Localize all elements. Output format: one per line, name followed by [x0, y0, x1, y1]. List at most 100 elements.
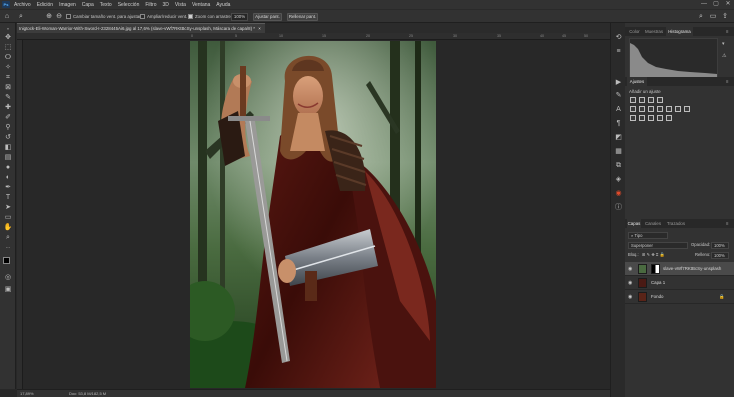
more-tools-icon[interactable]: ···: [3, 244, 13, 253]
resize-to-fit-checkbox[interactable]: [66, 14, 71, 19]
screen-mode-icon[interactable]: ▣: [3, 285, 13, 294]
zoom-all-checkbox[interactable]: [140, 14, 145, 19]
channel-mixer-icon[interactable]: [675, 106, 681, 112]
history-panel-icon[interactable]: ⟲: [614, 33, 623, 42]
hand-tool-icon[interactable]: ✋: [3, 223, 13, 232]
eye-icon[interactable]: ◉: [628, 266, 632, 272]
menu-edicion[interactable]: Edición: [37, 2, 53, 8]
tab-adjustments[interactable]: Ajustes: [627, 77, 647, 86]
tab-swatches[interactable]: Muestras: [643, 27, 665, 36]
color-balance-icon[interactable]: [648, 106, 654, 112]
opacity-field[interactable]: 100%: [711, 242, 729, 249]
vibrance-icon[interactable]: [630, 106, 636, 112]
type-tool-icon[interactable]: T: [3, 193, 13, 202]
home-icon[interactable]: ⌂: [3, 13, 11, 21]
brightness-contrast-icon[interactable]: [630, 97, 636, 103]
zoom-tool-icon[interactable]: ⌕: [17, 13, 25, 21]
dodge-tool-icon[interactable]: ◐: [3, 173, 13, 182]
histogram-channel-icon[interactable]: ▾: [722, 41, 725, 47]
document-info[interactable]: Doc: 53,8 M/182,5 M: [69, 391, 106, 397]
exposure-icon[interactable]: [657, 97, 663, 103]
paragraph-panel-icon[interactable]: ¶: [614, 119, 623, 128]
levels-icon[interactable]: [639, 97, 645, 103]
document-image-warrior-woman[interactable]: [190, 41, 436, 388]
collapse-toolbar-icon[interactable]: »: [3, 24, 13, 33]
photo-filter-icon[interactable]: [666, 106, 672, 112]
zoom-out-icon[interactable]: ⊖: [55, 13, 63, 21]
lasso-tool-icon[interactable]: ⵔ: [3, 53, 13, 62]
color-lookup-icon[interactable]: [684, 106, 690, 112]
menu-filtro[interactable]: Filtro: [145, 2, 156, 8]
menu-vista[interactable]: Vista: [175, 2, 186, 8]
tab-paths[interactable]: Trazados: [665, 219, 687, 228]
workspace-icon[interactable]: ▭: [709, 13, 717, 21]
character-panel-icon[interactable]: A: [614, 105, 623, 114]
rectangle-tool-icon[interactable]: ▭: [3, 213, 13, 222]
layer-mask-thumbnail[interactable]: [651, 264, 660, 274]
tab-layers[interactable]: Capas: [627, 219, 641, 228]
ruler-top[interactable]: 0 5 10 15 20 25 30 35 40 45 50: [17, 33, 610, 40]
menu-imagen[interactable]: Imagen: [59, 2, 76, 8]
pen-tool-icon[interactable]: ✒: [3, 183, 13, 192]
histogram-refresh-icon[interactable]: ⚠: [722, 53, 726, 59]
panel-menu-icon[interactable]: ≡: [723, 27, 731, 36]
styles-panel-icon[interactable]: ◩: [614, 133, 623, 142]
eye-icon[interactable]: ◉: [628, 280, 632, 286]
fill-field[interactable]: 100%: [711, 252, 729, 259]
maximize-icon[interactable]: ▢: [712, 1, 720, 8]
menu-ventana[interactable]: Ventana: [192, 2, 210, 8]
libraries-panel-icon[interactable]: ▦: [614, 147, 623, 156]
minimize-icon[interactable]: —: [700, 1, 708, 8]
invert-icon[interactable]: [630, 115, 636, 121]
navigator-panel-icon[interactable]: ◈: [614, 175, 623, 184]
blend-mode-select[interactable]: Superponer: [628, 242, 688, 249]
menu-capa[interactable]: Capa: [82, 2, 94, 8]
menu-ayuda[interactable]: Ayuda: [216, 2, 230, 8]
marquee-tool-icon[interactable]: ⬚: [3, 43, 13, 52]
blur-tool-icon[interactable]: ●: [3, 163, 13, 172]
brush-tool-icon[interactable]: ✐: [3, 113, 13, 122]
fill-screen-button[interactable]: Rellenar pant.: [287, 13, 318, 21]
gradient-tool-icon[interactable]: ▤: [3, 153, 13, 162]
tab-channels[interactable]: Canales: [643, 219, 663, 228]
zoom-percent-field[interactable]: 100%: [231, 13, 248, 21]
eyedropper-tool-icon[interactable]: ✎: [3, 93, 13, 102]
close-window-icon[interactable]: ✕: [724, 1, 732, 8]
zoom-tool-side-icon[interactable]: ⌕: [3, 233, 13, 242]
tab-histogram[interactable]: Histograma: [666, 27, 693, 36]
close-tab-icon[interactable]: ×: [258, 26, 261, 31]
curves-icon[interactable]: [648, 97, 654, 103]
menu-archivo[interactable]: Archivo: [14, 2, 31, 8]
crop-tool-icon[interactable]: ⌗: [3, 73, 13, 82]
camera-raw-icon[interactable]: ◉: [614, 189, 623, 198]
path-selection-tool-icon[interactable]: ➤: [3, 203, 13, 212]
fit-screen-button[interactable]: Ajustar pant.: [253, 13, 282, 21]
history-brush-tool-icon[interactable]: ↺: [3, 133, 13, 142]
lock-icons[interactable]: ⊞ ✎ ✥ ⌗ 🔒: [642, 252, 665, 258]
black-white-icon[interactable]: [657, 106, 663, 112]
quick-mask-icon[interactable]: ◎: [3, 273, 13, 282]
menu-seleccion[interactable]: Selección: [118, 2, 140, 8]
hue-saturation-icon[interactable]: [639, 106, 645, 112]
layer-name[interactable]: Capa 1: [651, 280, 665, 286]
frame-tool-icon[interactable]: ⊠: [3, 83, 13, 92]
photoshop-logo-icon[interactable]: Ps: [2, 1, 10, 8]
search-icon[interactable]: ⌕: [697, 13, 705, 21]
zoom-in-icon[interactable]: ⊕: [45, 13, 53, 21]
eye-icon[interactable]: ◉: [628, 294, 632, 300]
adjustments-menu-icon[interactable]: ≡: [723, 77, 731, 86]
gradient-map-icon[interactable]: [657, 115, 663, 121]
glyphs-panel-icon[interactable]: ⧉: [614, 161, 623, 170]
properties-panel-icon[interactable]: ≡: [614, 47, 623, 56]
layer-row[interactable]: ◉ Fondo 🔒: [625, 290, 734, 304]
layer-name[interactable]: Fondo: [651, 294, 663, 300]
menu-3d[interactable]: 3D: [163, 2, 169, 8]
healing-brush-tool-icon[interactable]: ✚: [3, 103, 13, 112]
eraser-tool-icon[interactable]: ◧: [3, 143, 13, 152]
threshold-icon[interactable]: [648, 115, 654, 121]
tab-color[interactable]: Color: [627, 27, 642, 36]
scrubby-zoom-checkbox[interactable]: [188, 14, 193, 19]
brush-settings-icon[interactable]: ✎: [614, 91, 623, 100]
foreground-color-swatch[interactable]: [3, 257, 10, 264]
layer-name[interactable]: slave-vWf7RKtBcSy-unsplash: [663, 266, 721, 272]
